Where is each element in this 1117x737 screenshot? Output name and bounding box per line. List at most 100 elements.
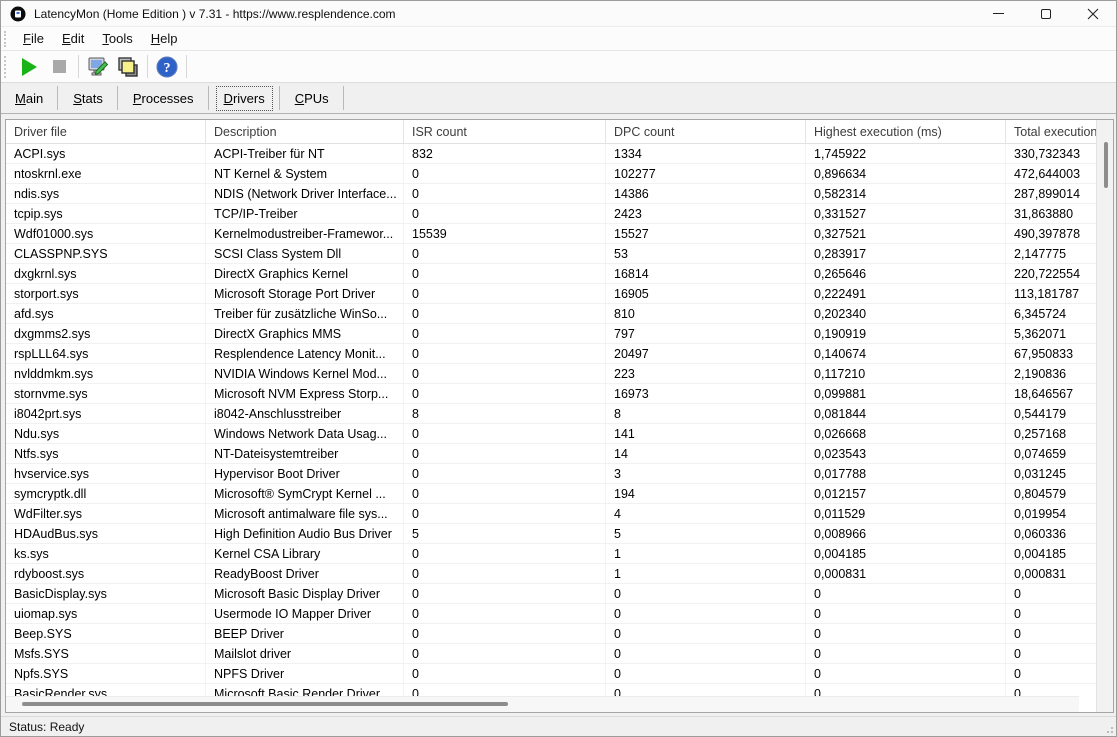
table-row[interactable]: dxgkrnl.sys DirectX Graphics Kernel 0 16… [6, 264, 1096, 284]
column-header-isr-count[interactable]: ISR count [404, 120, 606, 143]
cell-total-execution: 0 [1006, 624, 1096, 643]
cell-highest-execution: 0,008966 [806, 524, 1006, 543]
start-button[interactable] [14, 53, 44, 80]
cell-isr-count: 0 [404, 264, 606, 283]
tab-drivers[interactable]: Drivers [218, 88, 271, 109]
menu-file[interactable]: File [14, 29, 53, 48]
table-row[interactable]: ACPI.sys ACPI-Treiber für NT 832 1334 1,… [6, 144, 1096, 164]
table-row[interactable]: dxgmms2.sys DirectX Graphics MMS 0 797 0… [6, 324, 1096, 344]
column-header-highest-execution[interactable]: Highest execution (ms) [806, 120, 1006, 143]
cell-isr-count: 0 [404, 164, 606, 183]
table-row[interactable]: nvlddmkm.sys NVIDIA Windows Kernel Mod..… [6, 364, 1096, 384]
cell-highest-execution: 0,265646 [806, 264, 1006, 283]
toolbar-gripper[interactable] [4, 56, 9, 78]
cell-isr-count: 0 [404, 304, 606, 323]
table-row[interactable]: CLASSPNP.SYS SCSI Class System Dll 0 53 … [6, 244, 1096, 264]
table-row[interactable]: i8042prt.sys i8042-Anschlusstreiber 8 8 … [6, 404, 1096, 424]
cell-driver-file: ks.sys [6, 544, 206, 563]
vertical-scrollbar-thumb[interactable] [1104, 142, 1108, 188]
menu-edit[interactable]: Edit [53, 29, 93, 48]
table-row[interactable]: HDAudBus.sys High Definition Audio Bus D… [6, 524, 1096, 544]
cell-highest-execution: 0 [806, 584, 1006, 603]
cell-dpc-count: 0 [606, 664, 806, 683]
cell-driver-file: rspLLL64.sys [6, 344, 206, 363]
cell-dpc-count: 2423 [606, 204, 806, 223]
cell-total-execution: 220,722554 [1006, 264, 1096, 283]
column-header-dpc-count[interactable]: DPC count [606, 120, 806, 143]
table-row[interactable]: Npfs.SYS NPFS Driver 0 0 0 0 [6, 664, 1096, 684]
help-button[interactable]: ? [152, 53, 182, 80]
cell-total-execution: 31,863880 [1006, 204, 1096, 223]
table-row[interactable]: hvservice.sys Hypervisor Boot Driver 0 3… [6, 464, 1096, 484]
table-row[interactable]: uiomap.sys Usermode IO Mapper Driver 0 0… [6, 604, 1096, 624]
copy-pages-icon [116, 55, 140, 79]
cell-highest-execution: 0 [806, 624, 1006, 643]
cell-dpc-count: 1334 [606, 144, 806, 163]
cell-highest-execution: 0,283917 [806, 244, 1006, 263]
cell-driver-file: HDAudBus.sys [6, 524, 206, 543]
cell-isr-count: 832 [404, 144, 606, 163]
table-row[interactable]: Beep.SYS BEEP Driver 0 0 0 0 [6, 624, 1096, 644]
tab-cpus[interactable]: CPUs [289, 88, 335, 109]
table-row[interactable]: Ndu.sys Windows Network Data Usag... 0 1… [6, 424, 1096, 444]
table-row[interactable]: storport.sys Microsoft Storage Port Driv… [6, 284, 1096, 304]
column-header-total-execution[interactable]: Total execution (ms) [1006, 120, 1096, 143]
table-row[interactable]: BasicRender.sys Microsoft Basic Render D… [6, 684, 1096, 696]
horizontal-scrollbar[interactable] [6, 696, 1079, 712]
cell-description: Kernel CSA Library [206, 544, 404, 563]
table-row[interactable]: stornvme.sys Microsoft NVM Express Storp… [6, 384, 1096, 404]
tab-separator [57, 86, 58, 110]
tab-stats[interactable]: Stats [67, 88, 109, 109]
copy-report-button[interactable] [113, 53, 143, 80]
resize-grip[interactable] [1102, 722, 1114, 734]
table-row[interactable]: rspLLL64.sys Resplendence Latency Monit.… [6, 344, 1096, 364]
cell-highest-execution: 0,026668 [806, 424, 1006, 443]
table-row[interactable]: Ntfs.sys NT-Dateisystemtreiber 0 14 0,02… [6, 444, 1096, 464]
column-header-description[interactable]: Description [206, 120, 404, 143]
table-row[interactable]: Wdf01000.sys Kernelmodustreiber-Framewor… [6, 224, 1096, 244]
tab-main[interactable]: Main [9, 88, 49, 109]
cell-highest-execution: 0,117210 [806, 364, 1006, 383]
minimize-button[interactable] [975, 1, 1022, 26]
options-button[interactable] [83, 53, 113, 80]
close-button[interactable] [1069, 1, 1116, 26]
table-row[interactable]: ntoskrnl.exe NT Kernel & System 0 102277… [6, 164, 1096, 184]
table-row[interactable]: BasicDisplay.sys Microsoft Basic Display… [6, 584, 1096, 604]
table-row[interactable]: symcryptk.dll Microsoft® SymCrypt Kernel… [6, 484, 1096, 504]
cell-highest-execution: 0,331527 [806, 204, 1006, 223]
cell-description: NPFS Driver [206, 664, 404, 683]
menubar-gripper[interactable] [4, 31, 9, 47]
cell-driver-file: Wdf01000.sys [6, 224, 206, 243]
table-row[interactable]: afd.sys Treiber für zusätzliche WinSo...… [6, 304, 1096, 324]
cell-total-execution: 330,732343 [1006, 144, 1096, 163]
column-header-driver-file[interactable]: Driver file [6, 120, 206, 143]
cell-highest-execution: 0,190919 [806, 324, 1006, 343]
tab-processes[interactable]: Processes [127, 88, 200, 109]
table-row[interactable]: tcpip.sys TCP/IP-Treiber 0 2423 0,331527… [6, 204, 1096, 224]
cell-dpc-count: 797 [606, 324, 806, 343]
cell-description: Microsoft Basic Display Driver [206, 584, 404, 603]
menu-help[interactable]: Help [142, 29, 187, 48]
table-row[interactable]: rdyboost.sys ReadyBoost Driver 0 1 0,000… [6, 564, 1096, 584]
cell-isr-count: 0 [404, 324, 606, 343]
cell-isr-count: 0 [404, 364, 606, 383]
cell-description: Usermode IO Mapper Driver [206, 604, 404, 623]
table-row[interactable]: WdFilter.sys Microsoft antimalware file … [6, 504, 1096, 524]
menu-tools[interactable]: Tools [93, 29, 141, 48]
cell-isr-count: 0 [404, 384, 606, 403]
maximize-button[interactable] [1022, 1, 1069, 26]
vertical-scrollbar[interactable] [1096, 120, 1113, 712]
cell-driver-file: tcpip.sys [6, 204, 206, 223]
cell-description: Microsoft® SymCrypt Kernel ... [206, 484, 404, 503]
table-row[interactable]: Msfs.SYS Mailslot driver 0 0 0 0 [6, 644, 1096, 664]
cell-total-execution: 0,060336 [1006, 524, 1096, 543]
horizontal-scrollbar-thumb[interactable] [22, 702, 508, 706]
cell-total-execution: 6,345724 [1006, 304, 1096, 323]
table-row[interactable]: ks.sys Kernel CSA Library 0 1 0,004185 0… [6, 544, 1096, 564]
table-row[interactable]: ndis.sys NDIS (Network Driver Interface.… [6, 184, 1096, 204]
stop-button[interactable] [44, 53, 74, 80]
cell-total-execution: 0,804579 [1006, 484, 1096, 503]
cell-highest-execution: 0,896634 [806, 164, 1006, 183]
cell-driver-file: dxgkrnl.sys [6, 264, 206, 283]
close-icon [1087, 8, 1099, 20]
